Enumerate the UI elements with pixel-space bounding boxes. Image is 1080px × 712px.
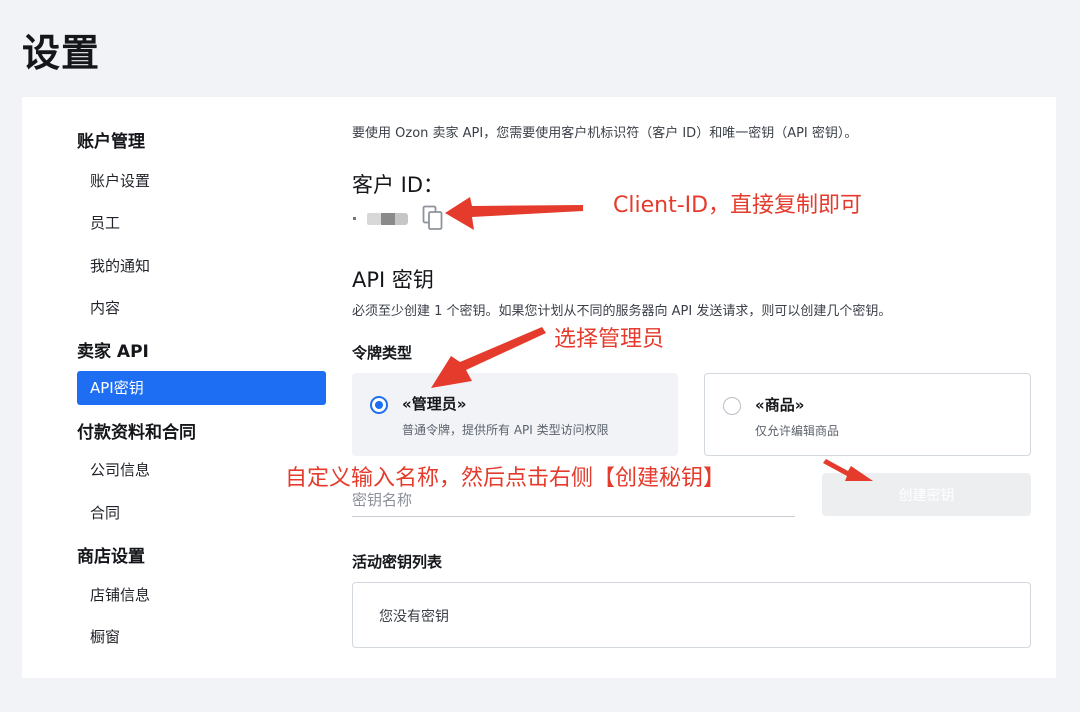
active-keys-empty-text: 您没有密钥 [379, 609, 449, 625]
token-type-label: 令牌类型 [352, 344, 413, 362]
api-key-description: 必须至少创建 1 个密钥。如果您计划从不同的服务器向 API 发送请求，则可以创… [352, 304, 892, 319]
sidebar-section-seller-api: 卖家 API [77, 342, 149, 362]
sidebar-item-content[interactable]: 内容 [90, 297, 120, 318]
sidebar-section-account: 账户管理 [77, 132, 145, 152]
sidebar-item-account-settings[interactable]: 账户设置 [90, 170, 150, 191]
client-id-value [352, 212, 408, 226]
token-option-goods[interactable]: «商品» 仅允许编辑商品 [704, 373, 1031, 456]
radio-goods[interactable] [723, 397, 741, 415]
main-content: 要使用 Ozon 卖家 API，您需要使用客户机标识符（客户 ID）和唯一密钥（… [352, 97, 1032, 678]
create-key-button[interactable]: 创建密钥 [822, 473, 1031, 516]
intro-text: 要使用 Ozon 卖家 API，您需要使用客户机标识符（客户 ID）和唯一密钥（… [352, 126, 858, 141]
settings-panel: 账户管理 账户设置 员工 我的通知 内容 卖家 API API密钥 付款资料和合… [22, 97, 1056, 678]
active-keys-list: 您没有密钥 [352, 582, 1031, 648]
token-option-admin[interactable]: «管理员» 普通令牌，提供所有 API 类型访问权限 [352, 373, 678, 456]
sidebar-item-store-info[interactable]: 店铺信息 [90, 584, 150, 605]
active-keys-title: 活动密钥列表 [352, 553, 443, 571]
sidebar-item-contracts[interactable]: 合同 [90, 502, 120, 523]
radio-admin-selected[interactable] [370, 396, 388, 414]
sidebar-section-payment: 付款资料和合同 [77, 423, 196, 443]
annotation-client-id: Client-ID，直接复制即可 [613, 193, 863, 218]
sidebar-item-notifications[interactable]: 我的通知 [90, 255, 150, 276]
token-option-goods-title: «商品» [755, 396, 805, 414]
token-option-admin-title: «管理员» [402, 395, 467, 413]
token-option-goods-desc: 仅允许编辑商品 [755, 424, 840, 438]
sidebar-item-showcase[interactable]: 橱窗 [90, 626, 120, 647]
sidebar-item-employees[interactable]: 员工 [90, 212, 120, 233]
sidebar-section-store: 商店设置 [77, 547, 145, 567]
annotation-select-admin: 选择管理员 [554, 327, 665, 352]
page-title: 设置 [22, 31, 101, 75]
sidebar-item-company-info[interactable]: 公司信息 [90, 459, 150, 480]
copy-icon[interactable] [422, 205, 444, 231]
token-option-admin-desc: 普通令牌，提供所有 API 类型访问权限 [402, 423, 609, 437]
client-id-label: 客户 ID： [352, 173, 445, 197]
api-key-title: API 密钥 [352, 268, 434, 292]
annotation-create-key: 自定义输入名称，然后点击右侧【创建秘钥】 [285, 466, 726, 491]
sidebar-item-api-keys[interactable]: API密钥 [77, 371, 326, 405]
